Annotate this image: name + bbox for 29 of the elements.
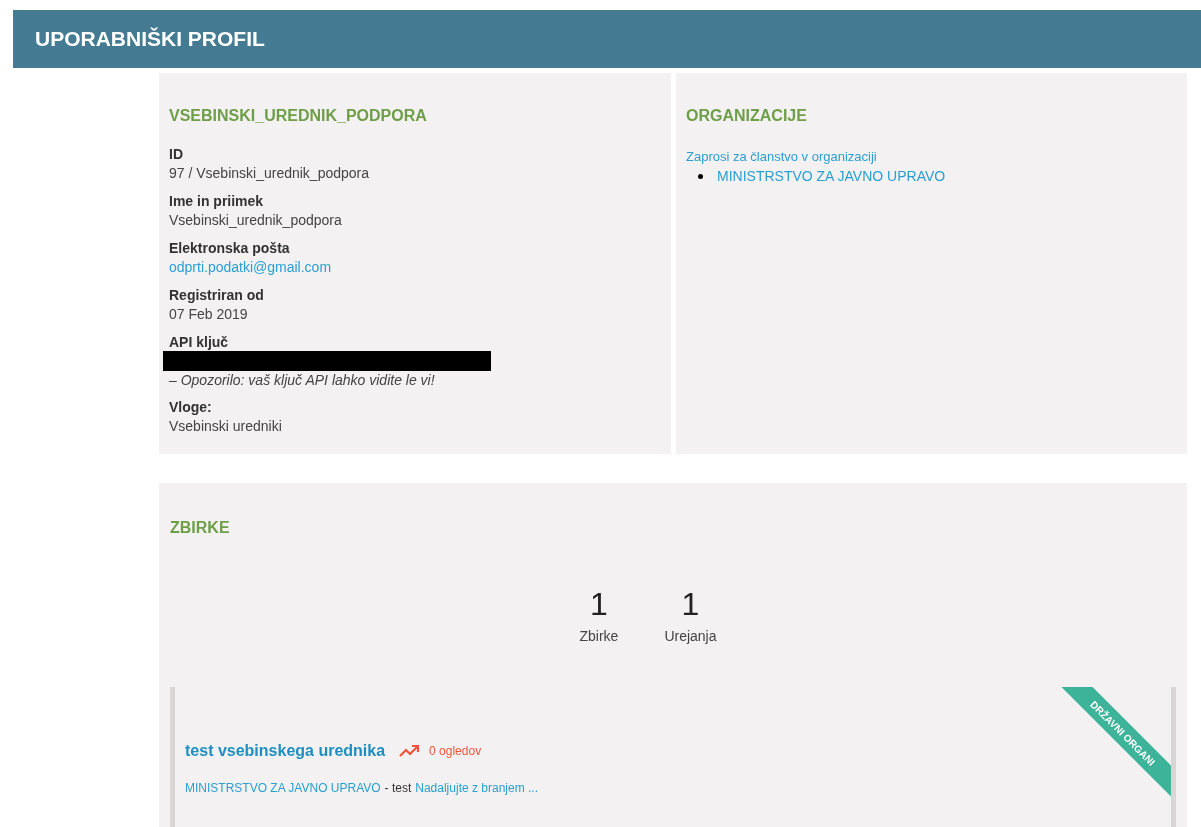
field-label: API ključ xyxy=(169,333,230,351)
stat-label: Urejanja xyxy=(664,627,717,646)
page-title: UPORABNIŠKI PROFIL xyxy=(35,26,265,53)
bullet-icon xyxy=(698,173,703,179)
membership-request-link[interactable]: Zaprosi za članstvo v organizaciji xyxy=(686,148,877,166)
field-value: Vsebinski uredniki xyxy=(169,417,283,436)
stat-value: 1 xyxy=(590,585,608,624)
trending-up-icon xyxy=(399,744,422,758)
field-value: Vsebinski_urednik_podpora xyxy=(169,211,343,230)
stat-value: 1 xyxy=(681,585,700,624)
collection-title-link[interactable]: test vsebinskega urednika xyxy=(185,739,386,763)
field-value: 07 Feb 2019 xyxy=(169,305,249,324)
read-more-link[interactable]: Nadaljujte z branjem ... xyxy=(415,779,538,797)
view-count: 0 ogledov xyxy=(429,743,482,760)
api-key-warning: – Opozorilo: vaš ključ API lahko vidite le vi! xyxy=(169,371,436,389)
field-label: ID xyxy=(169,145,184,163)
organization-link[interactable]: MINISTRSTVO ZA JAVNO UPRAVO xyxy=(185,779,381,797)
collection-description: - test xyxy=(384,780,412,797)
field-value: 97 / Vsebinski_urednik_podpora xyxy=(169,164,371,183)
email-link[interactable]: odprti.podatki@gmail.com xyxy=(169,257,332,277)
profile-heading: VSEBINSKI_UREDNIK_PODPORA xyxy=(169,106,428,126)
field-label: Vloge: xyxy=(169,398,213,416)
organizations-heading: ORGANIZACIJE xyxy=(686,106,808,126)
field-label: Ime in priimek xyxy=(169,192,265,210)
field-label: Registriran od xyxy=(169,286,265,304)
collections-heading: ZBIRKE xyxy=(170,518,231,538)
organization-link[interactable]: MINISTRSTVO ZA JAVNO UPRAVO xyxy=(717,166,946,186)
field-label: Elektronska pošta xyxy=(169,239,291,257)
stat-label: Zbirke xyxy=(579,627,619,646)
